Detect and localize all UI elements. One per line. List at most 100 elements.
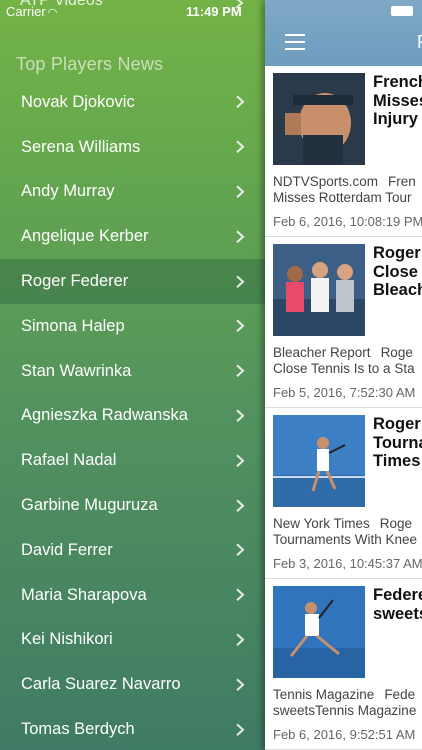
article-summary-start: Roge: [380, 345, 413, 360]
article-card[interactable]: Roger FTournaTimesNew York TimesRogeTour…: [265, 408, 422, 579]
article-date: Feb 6, 2016, 10:08:19 PM: [273, 214, 422, 229]
article-date: Feb 5, 2016, 7:52:30 AM: [273, 385, 416, 400]
menu-item-label: Maria Sharapova: [21, 585, 147, 604]
chevron-right-icon: [236, 543, 245, 557]
headline-line: sweets: [373, 604, 422, 623]
headline-line: Misses: [373, 91, 422, 110]
menu-item-player[interactable]: David Ferrer: [0, 528, 265, 573]
headline-line: Tourna: [373, 433, 422, 452]
player-list: Novak Djokovic Serena Williams Andy Murray…: [0, 80, 265, 750]
menu-item-player[interactable]: Andy Murray: [0, 170, 265, 215]
menu-item-player[interactable]: Kei Nishikori: [0, 618, 265, 663]
menu-item-label: Stan Wawrinka: [21, 361, 132, 380]
chevron-right-icon: [236, 723, 245, 736]
menu-item-label: Andy Murray: [21, 182, 115, 201]
article-source: Tennis Magazine: [273, 687, 375, 702]
article-headline: Roger FClose TBleach: [373, 244, 422, 300]
chevron-right-icon: [236, 454, 245, 467]
article-source: New York Times: [273, 516, 370, 531]
menu-item-player[interactable]: Angelique Kerber: [0, 214, 265, 259]
menu-item-label: David Ferrer: [21, 540, 113, 559]
article-headline: Federesweets: [373, 586, 422, 623]
article-summary: Close Tennis Is to a Sta: [273, 361, 415, 376]
headline-line: French: [373, 73, 422, 91]
article-summary: Misses Rotterdam Tour: [273, 190, 412, 205]
menu-item-player[interactable]: Maria Sharapova: [0, 573, 265, 618]
article-source-summary: New York Times Roge Tournaments With Knee: [273, 516, 417, 548]
article-summary-start: Fede: [384, 687, 416, 702]
article-source: Bleacher Report: [273, 345, 371, 360]
headline-line: Roger F: [373, 415, 422, 433]
menu-item-label: Kei Nishikori: [21, 630, 113, 649]
article-summary: sweetsTennis Magazine: [273, 703, 417, 718]
menu-item-player[interactable]: Garbine Muguruza: [0, 483, 265, 528]
menu-item-player[interactable]: Rafael Nadal: [0, 438, 265, 483]
wifi-icon: ◠: [47, 7, 58, 19]
menu-item-label: Simona Halep: [21, 316, 125, 335]
side-menu: ATP Videos Carrier ◠ 11:49 PM Top Players…: [0, 0, 265, 750]
chevron-right-icon: [236, 364, 245, 378]
headline-line: Federe: [373, 586, 422, 604]
chevron-right-icon: [236, 140, 245, 154]
status-carrier: Carrier ◠: [6, 4, 58, 19]
article-thumbnail: [273, 73, 365, 165]
article-card[interactable]: FederesweetsTennis MagazineFedesweetsTen…: [265, 579, 422, 750]
article-thumbnail: [273, 415, 365, 507]
nav-title: R: [417, 32, 422, 53]
article-summary: Tournaments With Knee: [273, 532, 418, 547]
menu-item-player[interactable]: Carla Suarez Navarro: [0, 662, 265, 707]
menu-item-player[interactable]: Tomas Berdych: [0, 707, 265, 750]
chevron-right-icon: [236, 678, 245, 691]
menu-item-label: Garbine Muguruza: [21, 496, 158, 515]
menu-item-label: Tomas Berdych: [21, 720, 135, 739]
article-date: Feb 6, 2016, 9:52:51 AM: [273, 727, 416, 742]
news-feed: FrenchMissesInjury -NDTVSports.comFrenMi…: [265, 66, 422, 750]
article-card[interactable]: FrenchMissesInjury -NDTVSports.comFrenMi…: [265, 66, 422, 237]
menu-item-player[interactable]: Stan Wawrinka: [0, 349, 265, 394]
news-panel: R FrenchMissesInjury - NDTVSports.com Fren…: [265, 0, 422, 750]
menu-item-player[interactable]: Simona Halep: [0, 304, 265, 349]
article-summary-start: Roge: [379, 516, 413, 531]
article-thumbnail: [273, 586, 365, 678]
headline-line: Bleach: [373, 281, 422, 299]
article-thumbnail: [273, 244, 365, 336]
article-source-summary: NDTVSports.com Fren Misses Rotterdam Tour: [273, 174, 416, 206]
chevron-right-icon: [236, 230, 245, 243]
chevron-right-icon: [236, 588, 245, 602]
chevron-right-icon: [236, 409, 245, 422]
menu-item-player[interactable]: Roger Federer: [0, 259, 265, 304]
article-headline: FrenchMissesInjury -: [373, 73, 422, 129]
menu-item-player[interactable]: Serena Williams: [0, 125, 265, 170]
chevron-right-icon: [236, 95, 245, 109]
article-summary-start: Fren: [388, 174, 416, 189]
menu-item-label: Agnieszka Radwanska: [21, 406, 188, 425]
article-date: Feb 3, 2016, 10:45:37 AM: [273, 556, 422, 571]
chevron-right-icon: [236, 185, 245, 198]
article-card[interactable]: Roger FClose TBleachBleacher ReportRogeC…: [265, 237, 422, 408]
article-thumbnail: [273, 415, 365, 507]
nav-bar: R: [265, 0, 422, 66]
battery-icon: [391, 6, 413, 16]
hamburger-icon[interactable]: [285, 34, 305, 50]
chevron-right-icon: [236, 275, 245, 288]
headline-line: Times: [373, 452, 421, 470]
menu-item-label: Angelique Kerber: [21, 227, 149, 246]
menu-item-label: Serena Williams: [21, 137, 141, 156]
article-source: NDTVSports.com: [273, 174, 379, 189]
section-header-top-players-news: Top Players News: [16, 54, 164, 74]
menu-item-label: Rafael Nadal: [21, 451, 117, 470]
status-time: 11:49 PM: [186, 4, 242, 19]
article-thumbnail: [273, 73, 365, 165]
headline-line: Injury -: [373, 110, 422, 128]
chevron-right-icon: [236, 319, 245, 333]
menu-item-player[interactable]: Agnieszka Radwanska: [0, 394, 265, 439]
headline-line: Roger F: [373, 244, 422, 262]
article-thumbnail: [273, 586, 365, 678]
menu-item-label: Novak Djokovic: [21, 92, 135, 111]
chevron-right-icon: [236, 633, 245, 646]
menu-item-player[interactable]: Novak Djokovic: [0, 80, 265, 125]
chevron-right-icon: [236, 499, 245, 512]
article-headline: Roger FTournaTimes: [373, 415, 422, 471]
article-source-summary: Tennis Magazine Fede sweetsTennis Magazine: [273, 687, 416, 719]
headline-line: Close T: [373, 262, 422, 281]
